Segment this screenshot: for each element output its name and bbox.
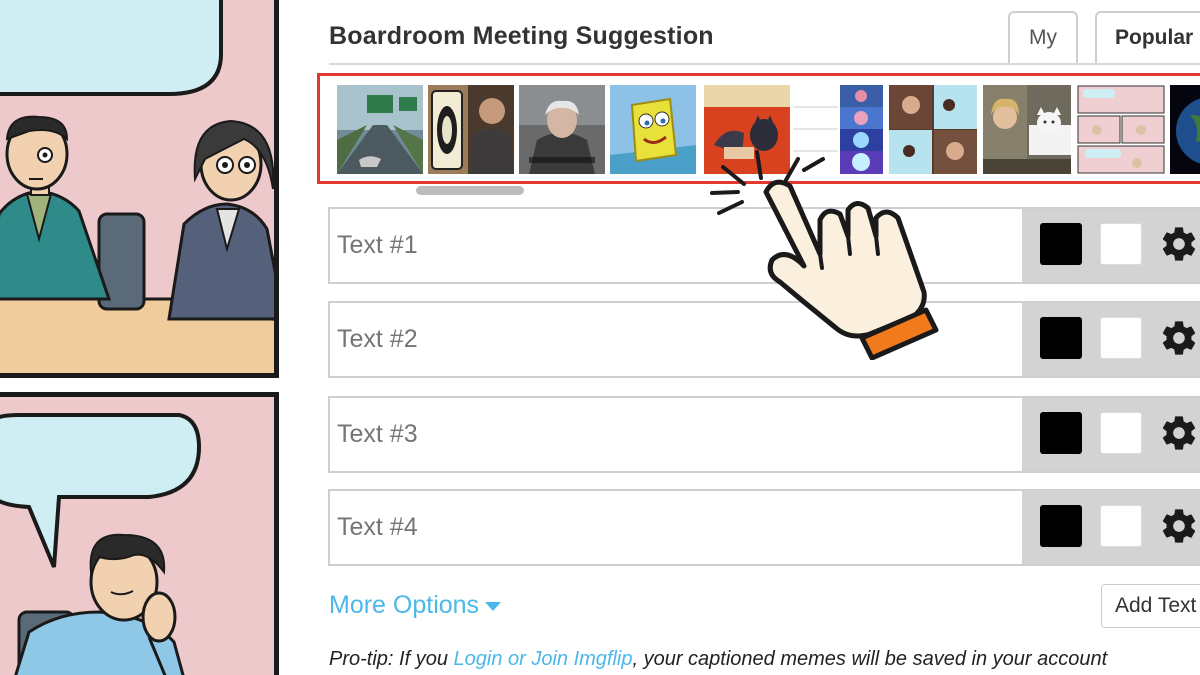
template-thumb-expanding-brain[interactable]	[793, 85, 883, 174]
pro-tip: Pro-tip: If you Login or Join Imgflip, y…	[329, 648, 1107, 671]
text-input-1[interactable]	[330, 209, 1022, 282]
gear-icon[interactable]	[1159, 504, 1199, 548]
more-options-link[interactable]: More Options	[329, 591, 502, 620]
template-thumb-yelling-cat[interactable]	[983, 85, 1071, 174]
fill-color-swatch[interactable]	[1040, 412, 1082, 454]
template-thumb-batman-slap[interactable]	[704, 85, 790, 174]
meme-panel-top	[0, 0, 279, 378]
text-box-row	[328, 489, 1200, 566]
fill-color-swatch[interactable]	[1040, 505, 1082, 547]
chevron-down-icon	[485, 601, 502, 611]
gear-icon[interactable]	[1159, 316, 1199, 360]
pro-tip-prefix: Pro-tip: If you	[329, 648, 454, 670]
text-input-4[interactable]	[330, 491, 1022, 564]
more-options-label: More Options	[329, 591, 480, 619]
pro-tip-suffix: , your captioned memes will be saved in …	[632, 648, 1108, 670]
strip-scrollbar[interactable]	[416, 186, 524, 195]
meme-title: Boardroom Meeting Suggestion	[329, 22, 714, 50]
gear-icon[interactable]	[1159, 411, 1199, 455]
text-box-controls	[1022, 209, 1200, 282]
template-thumb-exit-ramp[interactable]	[337, 85, 423, 174]
tab-popular[interactable]: Popular	[1095, 11, 1200, 63]
text-box-controls	[1022, 303, 1200, 376]
tab-divider	[329, 63, 1200, 65]
fill-color-swatch[interactable]	[1040, 317, 1082, 359]
outline-color-swatch[interactable]	[1100, 223, 1142, 265]
fill-color-swatch[interactable]	[1040, 223, 1082, 265]
gear-icon[interactable]	[1159, 222, 1199, 266]
meme-preview	[0, 0, 285, 675]
login-join-link[interactable]: Login or Join Imgflip	[454, 648, 633, 670]
template-thumb-bernie[interactable]	[519, 85, 605, 174]
outline-color-swatch[interactable]	[1100, 412, 1142, 454]
template-thumb-uno[interactable]	[428, 85, 514, 174]
outline-color-swatch[interactable]	[1100, 505, 1142, 547]
text-box-row	[328, 207, 1200, 284]
template-strip	[317, 73, 1200, 184]
template-thumb-spongebob[interactable]	[610, 85, 696, 174]
text-box-controls	[1022, 491, 1200, 564]
text-input-2[interactable]	[330, 303, 1022, 376]
tab-my[interactable]: My	[1008, 11, 1078, 63]
outline-color-swatch[interactable]	[1100, 317, 1142, 359]
add-text-button[interactable]: Add Text	[1101, 584, 1200, 628]
template-thumb-planet[interactable]	[1170, 85, 1200, 174]
template-thumb-boardroom[interactable]	[1077, 85, 1165, 174]
text-box-row	[328, 396, 1200, 473]
template-thumb-reaction-grid[interactable]	[889, 85, 977, 174]
text-box-controls	[1022, 398, 1200, 471]
text-input-3[interactable]	[330, 398, 1022, 471]
text-box-row	[328, 301, 1200, 378]
meme-panel-bottom	[0, 392, 279, 675]
